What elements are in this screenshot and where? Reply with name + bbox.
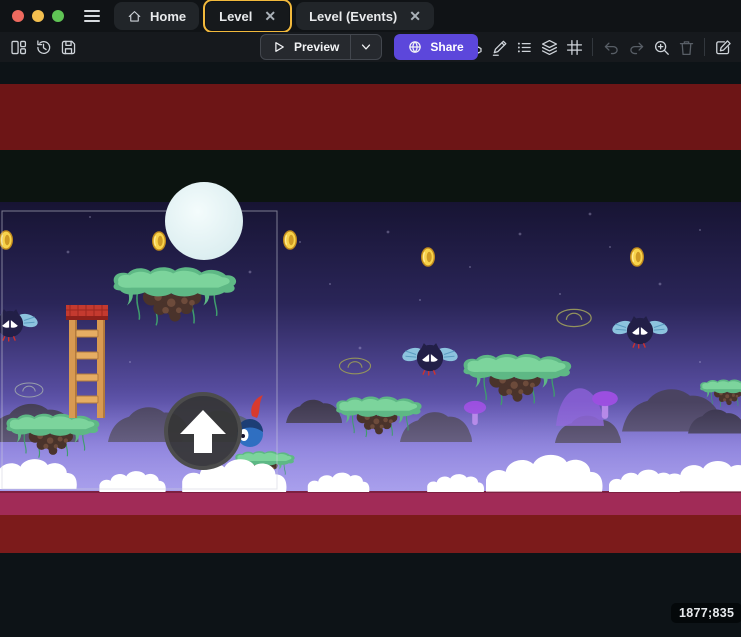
editor-toolbar: Preview Share [0,32,741,62]
pink-band [0,493,741,515]
top-red-band [0,84,741,150]
maximize-window-button[interactable] [52,10,64,22]
preview-label: Preview [294,40,339,54]
toolbar-right-group [437,35,735,59]
star [359,347,362,350]
moon-instance[interactable] [165,182,243,260]
star [89,216,91,218]
coin-instance[interactable] [153,232,166,250]
star [699,361,701,363]
star [699,229,701,231]
tutorial-highlight-frame: Level ✕ [203,0,292,33]
dark-band [0,150,741,202]
star [67,251,70,254]
undo-icon[interactable] [599,35,623,59]
share-label: Share [430,40,463,54]
trash-icon[interactable] [674,35,698,59]
gdevelop-window: Home Level ✕ Level (Events) ✕ Preview [0,0,741,637]
redo-icon[interactable] [624,35,648,59]
toolbar-center-group: Preview Share [260,34,478,60]
close-window-button[interactable] [12,10,24,22]
preview-dropdown-button[interactable] [351,35,381,59]
tab-home-label: Home [150,9,186,24]
window-controls [12,10,64,22]
tab-level-label: Level [219,9,252,24]
coin-instance[interactable] [631,248,644,266]
tab-home[interactable]: Home [114,2,199,30]
up-arrow-touch-control[interactable] [166,394,240,468]
panels-icon[interactable] [6,35,30,59]
save-icon[interactable] [56,35,80,59]
tab-level[interactable]: Level ✕ [206,2,289,30]
cursor-coordinates-badge: 1877;835 [671,603,741,623]
star [387,231,390,234]
star [329,283,331,285]
star [589,213,592,216]
tab-level-events[interactable]: Level (Events) ✕ [296,2,434,30]
globe-icon [408,40,422,54]
star [299,241,301,243]
star [519,233,522,236]
star [559,293,561,295]
preview-button[interactable]: Preview [260,34,382,60]
star [249,271,252,274]
toolbar-divider [592,38,593,56]
layers-icon[interactable] [537,35,561,59]
toolbar-left-group [6,35,80,59]
chevron-down-icon [359,40,373,54]
play-icon [272,40,286,54]
titlebar: Home Level ✕ Level (Events) ✕ [0,0,741,32]
star [659,283,662,286]
star [609,246,611,248]
scene-svg [0,62,741,637]
bottom-red-band [0,515,741,553]
hamburger-menu-button[interactable] [80,6,104,26]
star [469,266,471,268]
tab-bar: Home Level ✕ Level (Events) ✕ [114,0,434,32]
history-icon[interactable] [31,35,55,59]
toolbar-divider [704,38,705,56]
scene-editor-canvas[interactable]: 1877;835 [0,62,741,637]
tab-level-events-label: Level (Events) [309,9,397,24]
close-tab-icon[interactable]: ✕ [409,9,421,23]
zoom-in-icon[interactable] [649,35,673,59]
pencil-icon[interactable] [487,35,511,59]
coin-instance[interactable] [422,248,435,266]
minimize-window-button[interactable] [32,10,44,22]
star [129,361,131,363]
preview-main-segment[interactable]: Preview [261,35,350,59]
close-tab-icon[interactable]: ✕ [264,9,276,23]
grid-icon[interactable] [562,35,586,59]
home-icon [127,9,142,24]
instances-list-icon[interactable] [512,35,536,59]
edit-properties-icon[interactable] [711,35,735,59]
star [419,299,421,301]
coin-instance[interactable] [284,231,297,249]
share-button[interactable]: Share [394,34,477,60]
